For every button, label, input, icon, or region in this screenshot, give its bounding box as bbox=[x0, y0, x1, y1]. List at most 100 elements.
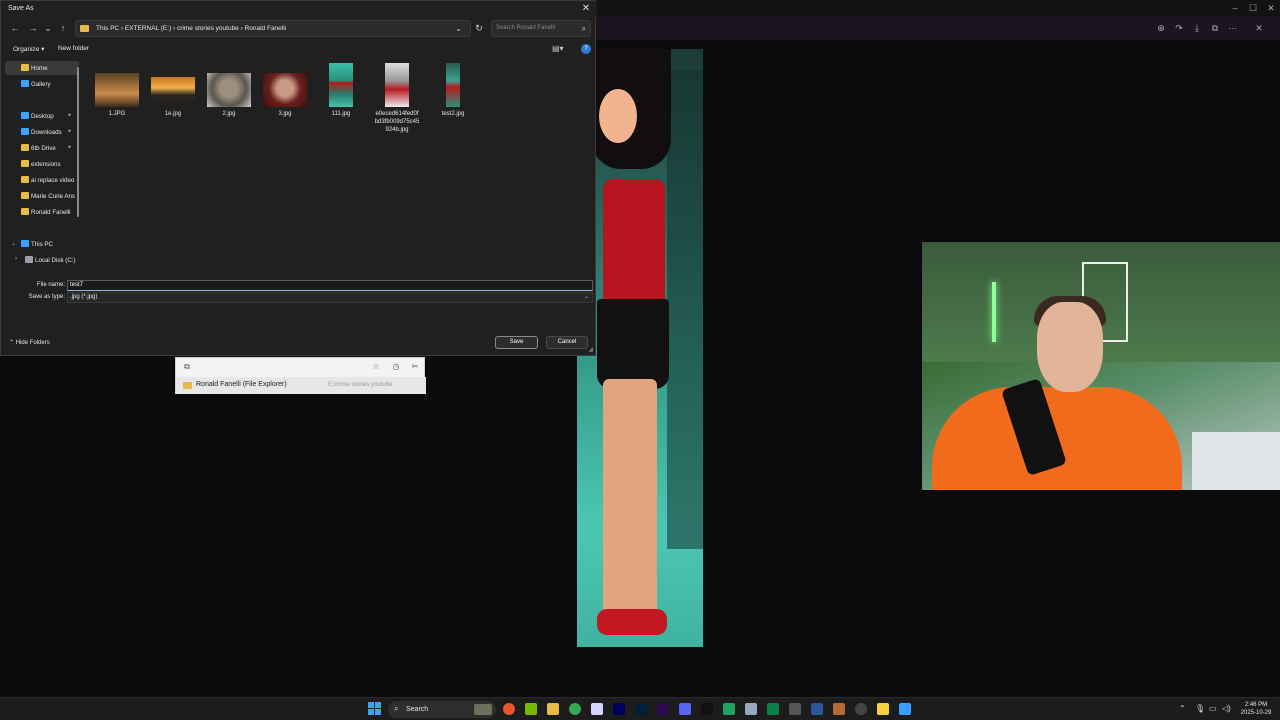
photoshop-icon[interactable] bbox=[635, 703, 647, 715]
start-button[interactable] bbox=[368, 702, 382, 716]
file-item[interactable]: 1e.jpg bbox=[147, 59, 199, 139]
clipboard-icon[interactable]: ⧉ bbox=[182, 362, 192, 372]
zoom-icon[interactable]: ⊕ bbox=[1154, 22, 1168, 34]
file-item[interactable]: 1.JPG bbox=[91, 59, 143, 139]
breadcrumb[interactable]: This PC › EXTERNAL (E:) › crime stories … bbox=[96, 25, 286, 32]
nav-item-label: Desktop bbox=[31, 113, 54, 120]
save-type-select[interactable]: .jpg (*.jpg) ⌄ bbox=[67, 292, 593, 303]
file-item[interactable]: 3.jpg bbox=[259, 59, 311, 139]
forward-icon[interactable]: → bbox=[27, 22, 39, 34]
desktop-icon bbox=[21, 112, 29, 119]
nav-item-home[interactable]: Home bbox=[5, 61, 79, 75]
chevron-down-icon[interactable]: ⌄ bbox=[11, 240, 16, 247]
save-button[interactable]: Save bbox=[495, 336, 538, 349]
tool-icon[interactable] bbox=[789, 703, 801, 715]
suggestion-path: E:\crime stories youtube bbox=[328, 382, 393, 388]
folder-icon bbox=[21, 208, 29, 215]
up-icon[interactable]: ↑ bbox=[57, 22, 69, 34]
thumbnail bbox=[207, 73, 251, 107]
file-name-input[interactable]: test7 bbox=[67, 280, 593, 291]
pin-icon[interactable]: ✦ bbox=[67, 112, 72, 119]
capcut-icon[interactable] bbox=[701, 703, 713, 715]
suggestion-item[interactable]: Ronald Fanelli (File Explorer) E:\crime … bbox=[176, 377, 426, 394]
file-item[interactable]: 2.jpg bbox=[203, 59, 255, 139]
nav-item-label: Downloads bbox=[31, 129, 62, 136]
app-icon[interactable] bbox=[811, 703, 823, 715]
chrome-icon[interactable] bbox=[569, 703, 581, 715]
excel-icon[interactable] bbox=[767, 703, 779, 715]
premiere-icon[interactable] bbox=[657, 703, 669, 715]
maximize-icon[interactable]: ☐ bbox=[1246, 2, 1260, 14]
pin-icon[interactable]: ✦ bbox=[67, 144, 72, 151]
new-folder-button[interactable]: New folder bbox=[58, 45, 89, 52]
minimize-icon[interactable]: – bbox=[1228, 2, 1242, 14]
snipping-icon[interactable] bbox=[899, 703, 911, 715]
search-placeholder: Search Ronald Fanelli bbox=[496, 25, 556, 31]
paint-icon[interactable] bbox=[833, 703, 845, 715]
chevron-right-icon[interactable]: › bbox=[15, 256, 17, 262]
download-icon[interactable]: ⤓ bbox=[1190, 22, 1204, 34]
nav-scrollbar[interactable] bbox=[77, 67, 79, 217]
file-item[interactable]: test2.jpg bbox=[427, 59, 479, 139]
nav-item-ronald-fanelli[interactable]: Ronald Fanelli bbox=[5, 205, 79, 219]
photos-icon[interactable] bbox=[591, 703, 603, 715]
network-icon[interactable]: ▭ bbox=[1209, 704, 1217, 713]
photo-viewer-icon[interactable] bbox=[745, 703, 757, 715]
nav-item-6tb-drive[interactable]: 6tb Drive ✦ bbox=[5, 141, 79, 155]
brave-icon[interactable] bbox=[503, 703, 515, 715]
tools-icon[interactable]: ✂ bbox=[410, 362, 420, 372]
nav-item-desktop[interactable]: Desktop ✦ bbox=[5, 109, 79, 123]
disk-icon bbox=[25, 256, 33, 263]
nav-item-label: Local Disk (C:) bbox=[35, 257, 76, 264]
microphone-icon[interactable]: 🎙︎ bbox=[1195, 704, 1205, 713]
folder-icon bbox=[21, 144, 29, 151]
recent-locations-icon[interactable]: ⌄ bbox=[42, 22, 54, 34]
nav-item-marie-curie[interactable]: Marie Curie Ans bbox=[5, 189, 79, 203]
file-name-label: File name: bbox=[36, 282, 65, 288]
refresh-icon[interactable]: ↻ bbox=[473, 22, 485, 34]
share-icon[interactable]: ↷ bbox=[1172, 22, 1186, 34]
star-icon[interactable]: ☆ bbox=[371, 362, 381, 372]
nav-item-local-disk[interactable]: › Local Disk (C:) bbox=[5, 253, 79, 267]
clock[interactable]: 2:46 PM 2025-10-29 bbox=[1238, 701, 1274, 717]
chevron-up-icon[interactable]: ⌃ bbox=[1179, 704, 1186, 713]
hide-folders-button[interactable]: ⌃ Hide Folders bbox=[9, 339, 50, 346]
discord-icon[interactable] bbox=[679, 703, 691, 715]
taskbar-search[interactable]: ⌕ Search bbox=[388, 701, 496, 718]
nvidia-icon[interactable] bbox=[525, 703, 537, 715]
close-icon[interactable]: ✕ bbox=[579, 2, 593, 16]
back-icon[interactable]: ← bbox=[9, 22, 21, 34]
nav-item-extensions[interactable]: extensions bbox=[5, 157, 79, 171]
volume-icon[interactable]: ◁) bbox=[1222, 704, 1231, 713]
notes-icon[interactable] bbox=[877, 703, 889, 715]
folder-icon bbox=[21, 192, 29, 199]
history-icon[interactable]: ◷ bbox=[391, 362, 401, 372]
pin-icon[interactable]: ✦ bbox=[67, 128, 72, 135]
resize-grip-icon[interactable]: ◢ bbox=[588, 346, 593, 353]
chevron-down-icon[interactable]: ⌄ bbox=[455, 24, 462, 33]
close-icon[interactable]: ✕ bbox=[1264, 2, 1278, 14]
home-icon bbox=[21, 64, 29, 71]
nav-item-downloads[interactable]: Downloads ✦ bbox=[5, 125, 79, 139]
cancel-button[interactable]: Cancel bbox=[546, 336, 588, 349]
nav-item-ai-replace-video[interactable]: ai replace video bbox=[5, 173, 79, 187]
open-external-icon[interactable]: ⧉ bbox=[1208, 22, 1222, 34]
view-options-icon[interactable]: ▤▾ bbox=[552, 44, 566, 54]
folder-icon bbox=[80, 25, 89, 32]
after-effects-icon[interactable] bbox=[613, 703, 625, 715]
nav-item-gallery[interactable]: Gallery bbox=[5, 77, 79, 91]
close-viewer-icon[interactable]: ✕ bbox=[1252, 22, 1266, 34]
obs-icon[interactable] bbox=[855, 703, 867, 715]
more-icon[interactable]: ⋯ bbox=[1226, 22, 1240, 34]
sheets-icon[interactable] bbox=[723, 703, 735, 715]
nav-item-this-pc[interactable]: ⌄ This PC bbox=[5, 237, 79, 251]
file-item[interactable]: e0eced614fed0f bd3fb009d75c45 924b.jpg bbox=[371, 59, 423, 139]
command-bar: Organize ▾ New folder ▤▾ ? bbox=[1, 41, 597, 57]
search-input[interactable]: Search Ronald Fanelli ⌕ bbox=[491, 20, 591, 37]
autocomplete-popup: ⧉ ☆ ◷ ✂ Ronald Fanelli (File Explorer) E… bbox=[175, 357, 426, 394]
help-icon[interactable]: ? bbox=[581, 44, 591, 54]
address-bar[interactable]: This PC › EXTERNAL (E:) › crime stories … bbox=[75, 20, 471, 37]
file-explorer-icon[interactable] bbox=[547, 703, 559, 715]
organize-button[interactable]: Organize ▾ bbox=[13, 45, 44, 53]
file-item[interactable]: 111.jpg bbox=[315, 59, 367, 139]
